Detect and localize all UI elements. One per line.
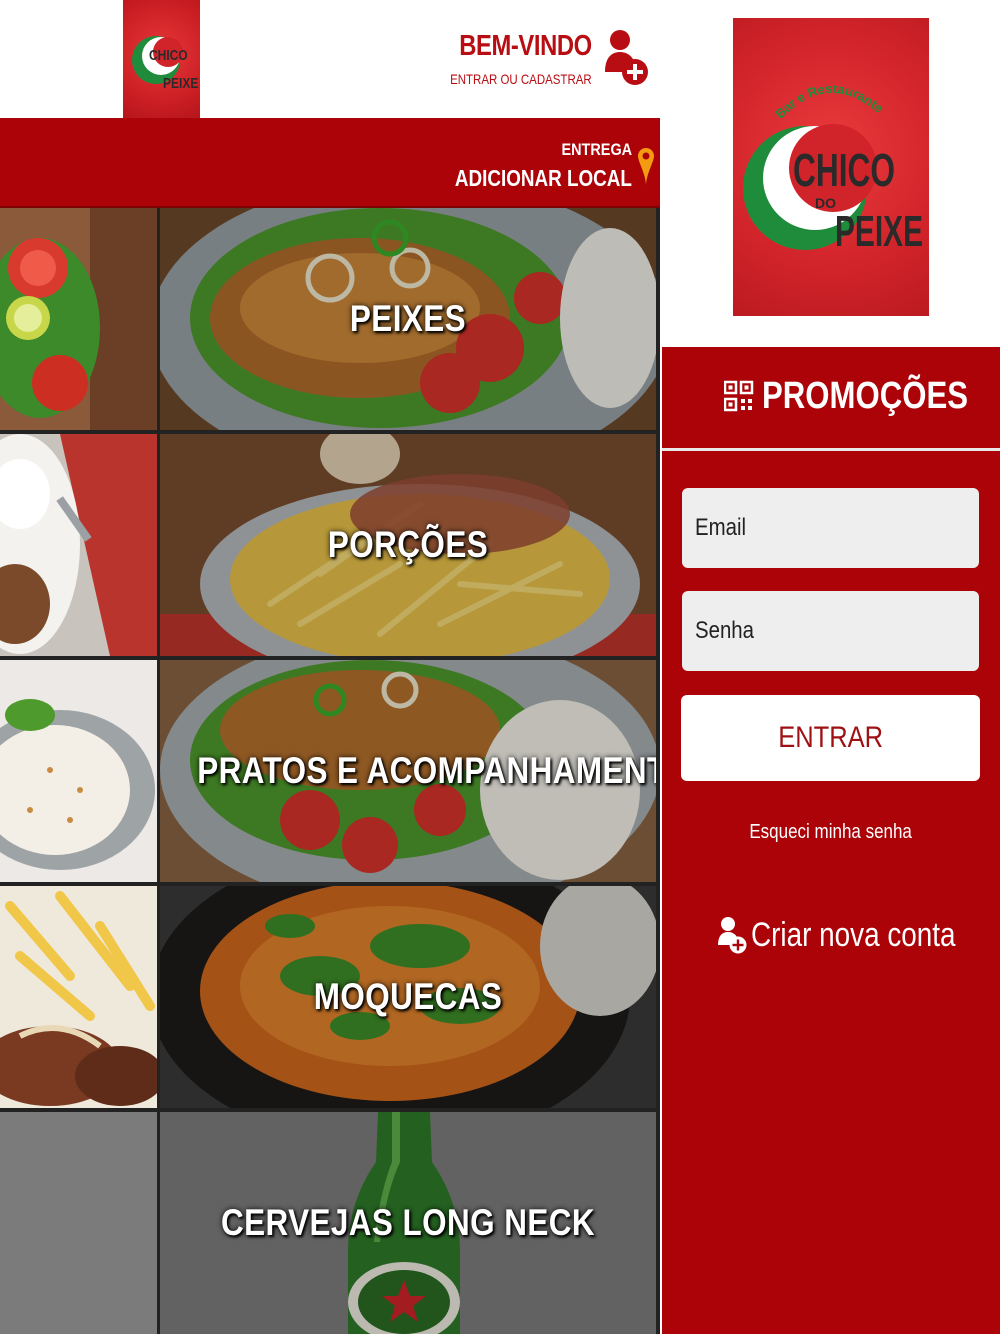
promotions-bar: PROMOÇÕES bbox=[662, 347, 1000, 451]
login-or-register-link[interactable]: ENTRAR OU CADASTRAR bbox=[450, 71, 592, 87]
category-tile-peixes[interactable]: PEIXES bbox=[160, 208, 656, 430]
qr-code-icon bbox=[724, 380, 754, 411]
password-field[interactable]: Senha bbox=[682, 591, 979, 671]
login-panel: Bar e Restaurante CHICO DO PEIXE PROMOÇÕ… bbox=[662, 0, 1000, 1334]
logo-name-3: PEIXE bbox=[835, 207, 923, 256]
delivery-label: ENTREGA bbox=[561, 140, 632, 159]
map-pin-icon[interactable] bbox=[637, 146, 655, 188]
category-label: CERVEJAS LONG NECK bbox=[220, 1202, 596, 1243]
create-account-label: Criar nova conta bbox=[751, 915, 956, 954]
category-side-image bbox=[0, 208, 157, 430]
category-row: CERVEJAS LONG NECK bbox=[0, 1112, 660, 1334]
logo-tagline: Bar e Restaurante bbox=[772, 81, 886, 122]
category-label: PORÇÕES bbox=[327, 524, 489, 565]
add-location-link[interactable]: ADICIONAR LOCAL bbox=[455, 165, 632, 192]
login-button[interactable]: ENTRAR bbox=[681, 695, 980, 781]
add-user-icon bbox=[718, 917, 747, 954]
welcome-title: BEM-VINDO bbox=[459, 30, 593, 62]
forgot-password-link[interactable]: Esqueci minha senha bbox=[662, 821, 1000, 844]
app-header: CHICO PEIXE BEM-VINDO ENTRAR OU CADASTRA… bbox=[0, 0, 660, 118]
svg-text:CHICO: CHICO bbox=[149, 47, 188, 64]
category-label: MOQUECAS bbox=[313, 976, 503, 1017]
restaurant-logo: Bar e Restaurante CHICO DO PEIXE bbox=[733, 18, 929, 316]
logo-mark: CHICO PEIXE bbox=[132, 36, 198, 92]
email-placeholder: Email bbox=[695, 514, 747, 541]
logo-mark: Bar e Restaurante CHICO DO PEIXE bbox=[743, 81, 923, 256]
delivery-bar: ENTREGA ADICIONAR LOCAL bbox=[0, 118, 660, 208]
category-row: PRATOS E ACOMPANHAMENTO bbox=[0, 660, 660, 882]
password-placeholder: Senha bbox=[695, 617, 754, 644]
category-row: MOQUECAS bbox=[0, 886, 660, 1108]
category-side-image bbox=[0, 1112, 157, 1334]
promotions-link[interactable]: PROMOÇÕES bbox=[724, 375, 1000, 418]
category-tile-porcoes[interactable]: PORÇÕES bbox=[160, 434, 656, 656]
forgot-password-label: Esqueci minha senha bbox=[749, 821, 913, 843]
add-user-icon[interactable] bbox=[603, 26, 649, 88]
app-panel: CHICO PEIXE BEM-VINDO ENTRAR OU CADASTRA… bbox=[0, 0, 660, 1334]
welcome-block[interactable]: BEM-VINDO ENTRAR OU CADASTRAR bbox=[419, 30, 592, 87]
logo-name-2: DO bbox=[815, 195, 836, 211]
category-tile-cervejas[interactable]: CERVEJAS LONG NECK bbox=[160, 1112, 656, 1334]
category-label: PRATOS E ACOMPANHAMENTO bbox=[197, 750, 656, 791]
email-field[interactable]: Email bbox=[682, 488, 979, 568]
restaurant-logo-small[interactable]: CHICO PEIXE bbox=[123, 0, 200, 118]
svg-text:Bar e Restaurante: Bar e Restaurante bbox=[772, 81, 886, 122]
login-button-label: ENTRAR bbox=[778, 721, 883, 754]
category-side-image bbox=[0, 886, 157, 1108]
svg-text:PEIXE: PEIXE bbox=[163, 75, 198, 92]
logo-name-1: CHICO bbox=[793, 144, 895, 196]
category-row: PORÇÕES bbox=[0, 434, 660, 656]
category-label: PEIXES bbox=[349, 298, 467, 339]
login-section: PROMOÇÕES Email Senha ENTRAR Esqueci min… bbox=[662, 347, 1000, 1334]
create-account-link[interactable]: Criar nova conta bbox=[717, 915, 1000, 955]
category-tile-moquecas[interactable]: MOQUECAS bbox=[160, 886, 656, 1108]
promotions-label: PROMOÇÕES bbox=[762, 375, 969, 417]
category-grid: PEIXES PORÇÕES PRATOS E ACOMPANHAMENTO M… bbox=[0, 208, 660, 1334]
category-side-image bbox=[0, 434, 157, 656]
category-row: PEIXES bbox=[0, 208, 660, 430]
category-tile-pratos[interactable]: PRATOS E ACOMPANHAMENTO bbox=[160, 660, 656, 882]
category-side-image bbox=[0, 660, 157, 882]
